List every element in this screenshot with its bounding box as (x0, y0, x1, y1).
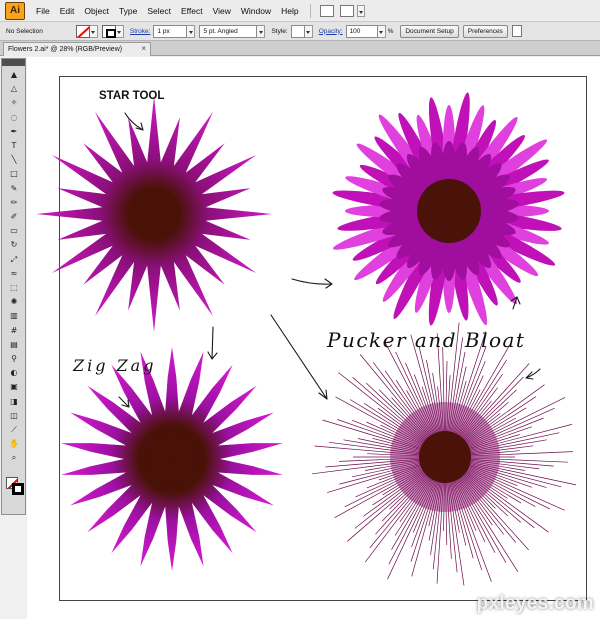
stroke-weight-value: 1 px (157, 27, 170, 35)
eyedropper-tool-icon[interactable]: ⚲ (9, 354, 19, 364)
stroke-weight-field[interactable]: 1 px (153, 24, 188, 38)
opacity-field[interactable]: 100 (345, 24, 378, 38)
warp-tool-icon[interactable]: ≈ (9, 269, 19, 279)
blend-tool-icon[interactable]: ◐ (9, 368, 19, 378)
eraser-tool-icon[interactable]: ▭ (9, 226, 19, 236)
tools-panel: ▲ △ ✧ ◌ ✒ T ╲ □ ✎ ✏ ✐ ▭ ↻ ⤢ ≈ ⬚ ✺ ▥ # ▤ ⚲ ◐ ▣ ◨ ◫ ⟋ ✋ ⌕ (1, 58, 26, 515)
magic-wand-tool-icon[interactable]: ✧ (9, 98, 19, 108)
stroke-weight-dropdown-icon[interactable] (187, 24, 196, 38)
style-label: Style: (271, 27, 288, 35)
menu-object[interactable]: Object (79, 0, 114, 22)
artboard-tool-icon[interactable]: ◫ (9, 411, 19, 421)
fill-stroke-widget[interactable] (6, 477, 24, 495)
scale-tool-icon[interactable]: ⤢ (9, 255, 19, 265)
menu-help[interactable]: Help (276, 0, 303, 22)
control-bar: No Selection Stroke: 1 px 5 pt. Angled S… (0, 22, 600, 41)
lasso-tool-icon[interactable]: ◌ (9, 113, 19, 123)
zig-zag-label: Zig Zag (72, 356, 156, 375)
pucker-bloat-label: Pucker and Bloat (326, 328, 525, 352)
selection-status: No Selection (6, 27, 43, 35)
graph-tool-icon[interactable]: ▥ (9, 311, 19, 321)
menu-file[interactable]: File (31, 0, 55, 22)
menu-bar: Ai File Edit Object Type Select Effect V… (0, 0, 600, 22)
arrange-dropdown-icon[interactable] (356, 4, 365, 17)
live-paint-selection-icon[interactable]: ◨ (9, 397, 19, 407)
fill-dropdown-icon[interactable] (89, 24, 98, 38)
bridge-icon[interactable] (319, 4, 334, 17)
preferences-button[interactable]: Preferences (462, 24, 508, 38)
star-flower[interactable] (36, 96, 272, 332)
menu-window[interactable]: Window (236, 0, 276, 22)
brush-definition-value: 5 pt. Angled (203, 27, 238, 35)
document-canvas[interactable]: STAR TOOL Zig Zag Pucker and Bloat pxley… (27, 57, 600, 619)
pen-tool-icon[interactable]: ✒ (9, 127, 19, 137)
tools-panel-header[interactable] (2, 59, 25, 66)
pencil-tool-icon[interactable]: ✏ (9, 198, 19, 208)
right-arrow-icon (291, 278, 333, 289)
artwork-layer: STAR TOOL Zig Zag Pucker and Bloat (36, 90, 577, 586)
gradient-tool-icon[interactable]: ▤ (9, 340, 19, 350)
menu-type[interactable]: Type (114, 0, 142, 22)
menu-separator (309, 3, 311, 18)
type-tool-icon[interactable]: T (9, 141, 19, 151)
stroke-dropdown-icon[interactable] (115, 24, 124, 38)
direct-selection-tool-icon[interactable]: △ (9, 84, 19, 94)
document-tab[interactable]: Flowers 2.ai* @ 28% (RGB/Preview) × (3, 42, 151, 56)
star-tool-label: STAR TOOL (99, 90, 164, 102)
fill-none-swatch-icon[interactable] (75, 24, 90, 38)
stroke-black-icon[interactable] (12, 483, 24, 495)
document-tab-bar: Flowers 2.ai* @ 28% (RGB/Preview) × (0, 41, 600, 56)
pucker-arrow-icon (525, 368, 541, 380)
style-swatch[interactable] (290, 24, 305, 38)
control-panel-menu-icon[interactable] (511, 25, 522, 37)
stroke-label[interactable]: Stroke: (130, 28, 151, 35)
menu-select[interactable]: Select (142, 0, 176, 22)
paintbrush-tool-icon[interactable]: ✎ (9, 184, 19, 194)
hand-tool-icon[interactable]: ✋ (9, 439, 19, 449)
style-dropdown-icon[interactable] (304, 24, 313, 38)
document-title: Flowers 2.ai* @ 28% (RGB/Preview) (8, 46, 123, 53)
blob-brush-tool-icon[interactable]: ✐ (9, 212, 19, 222)
menu-view[interactable]: View (208, 0, 236, 22)
hairline-flower[interactable] (312, 322, 577, 586)
zoom-tool-icon[interactable]: ⌕ (9, 453, 19, 463)
document-setup-button[interactable]: Document Setup (400, 24, 459, 38)
down-arrow-icon (207, 326, 218, 360)
zigzag-flower[interactable] (61, 347, 283, 571)
selection-tool-icon[interactable]: ▲ (9, 70, 19, 80)
illustrator-logo: Ai (5, 1, 25, 20)
menu-edit[interactable]: Edit (55, 0, 80, 22)
free-transform-tool-icon[interactable]: ⬚ (9, 283, 19, 293)
rectangle-tool-icon[interactable]: □ (9, 169, 19, 179)
diagonal-arrow-icon (270, 314, 328, 400)
slice-tool-icon[interactable]: ⟋ (9, 425, 19, 435)
rotate-tool-icon[interactable]: ↻ (9, 240, 19, 250)
opacity-label[interactable]: Opacity: (319, 28, 343, 35)
brush-definition-field[interactable]: 5 pt. Angled (199, 24, 258, 38)
brush-dropdown-icon[interactable] (257, 24, 266, 38)
close-tab-icon[interactable]: × (141, 44, 146, 53)
stroke-swatch-icon[interactable] (101, 24, 116, 38)
mesh-tool-icon[interactable]: # (9, 326, 19, 336)
opacity-dropdown-icon[interactable] (377, 24, 386, 38)
symbol-sprayer-tool-icon[interactable]: ✺ (9, 297, 19, 307)
menu-effect[interactable]: Effect (176, 0, 208, 22)
watermark: pxleyes.com (476, 593, 594, 614)
opacity-value: 100 (349, 27, 361, 35)
star-tool-arrow-icon (124, 112, 144, 131)
opacity-unit: % (387, 27, 394, 35)
line-tool-icon[interactable]: ╲ (9, 155, 19, 165)
arrange-documents-icon[interactable] (339, 4, 354, 17)
live-paint-tool-icon[interactable]: ▣ (9, 382, 19, 392)
pucker-bloat-flower[interactable] (331, 91, 566, 327)
